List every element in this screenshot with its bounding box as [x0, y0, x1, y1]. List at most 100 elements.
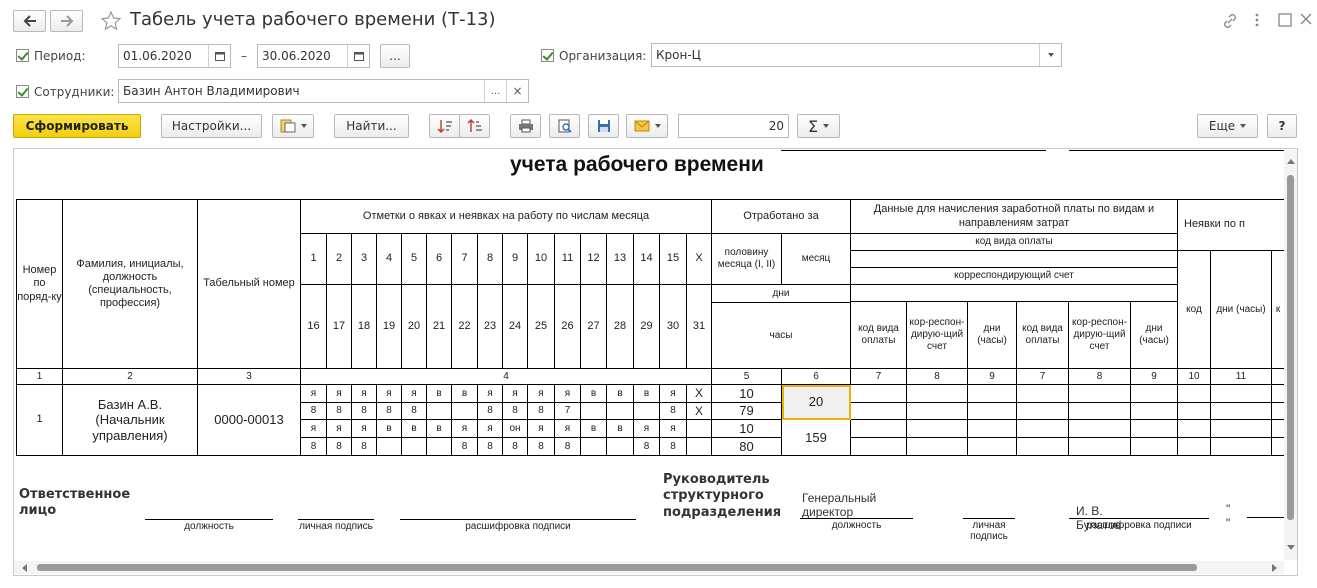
scroll-left-icon[interactable]: [22, 564, 27, 572]
chevron-down-icon: [823, 124, 830, 128]
header-empty: [851, 285, 1178, 302]
kebab-menu-icon[interactable]: [1254, 12, 1260, 28]
day-header: 11: [555, 234, 581, 285]
employees-select-button[interactable]: ...: [484, 80, 506, 102]
day-header: 14: [634, 234, 660, 285]
day-mark: 8: [478, 403, 503, 420]
day-mark: я: [634, 420, 660, 438]
organization-field[interactable]: Крон-Ц: [651, 43, 1062, 67]
sum-function-button[interactable]: Σ: [797, 114, 840, 138]
day-mark: 8: [660, 403, 687, 420]
data-cell: [1131, 438, 1178, 456]
day-mark: 8: [478, 438, 503, 456]
sort-desc-button[interactable]: [429, 114, 460, 138]
scroll-right-icon[interactable]: [1272, 564, 1277, 572]
employees-clear-button[interactable]: ×: [506, 80, 528, 102]
column-header-code: код: [1178, 251, 1211, 369]
day-mark: 8: [660, 438, 687, 456]
sort-asc-button[interactable]: [459, 114, 490, 138]
calendar-button[interactable]: [347, 45, 369, 67]
forward-button[interactable]: [50, 10, 83, 32]
employees-checkbox[interactable]: [16, 85, 29, 98]
back-button[interactable]: [13, 10, 46, 32]
day-mark: в: [607, 420, 634, 438]
sum-value-field[interactable]: 20: [678, 114, 789, 138]
employees-field[interactable]: Базин Антон Владимирович ... ×: [118, 79, 529, 103]
vertical-scroll-thumb[interactable]: [1287, 175, 1294, 520]
settings-button[interactable]: Настройки...: [161, 114, 262, 138]
maximize-icon[interactable]: [1278, 13, 1292, 27]
day-header: 18: [352, 285, 377, 369]
head-decode-caption: расшифровка подписи: [1086, 520, 1192, 531]
date-from-field[interactable]: 01.06.2020: [118, 44, 231, 68]
link-icon[interactable]: [1222, 13, 1238, 29]
horizontal-scrollbar[interactable]: [14, 561, 1284, 574]
column-header-sub: коp-респон-дирую-щий счет: [1069, 302, 1131, 369]
employees-label: Сотрудники:: [34, 85, 115, 99]
day-header: 21: [427, 285, 452, 369]
horizontal-scroll-thumb[interactable]: [37, 564, 1197, 571]
date-from-value: 01.06.2020: [123, 49, 192, 63]
day-mark: [452, 403, 478, 420]
day-mark: 8: [301, 403, 327, 420]
star-icon[interactable]: [101, 11, 121, 31]
print-preview-icon: [558, 119, 572, 133]
preview-button[interactable]: [549, 114, 580, 138]
day-mark: X: [687, 385, 712, 403]
responsible-person-label: Ответственное лицо: [19, 487, 131, 519]
variant-button[interactable]: [272, 114, 314, 138]
column-number: [1272, 369, 1284, 385]
day-mark: 8: [634, 438, 660, 456]
date-to-field[interactable]: 30.06.2020: [257, 44, 370, 68]
help-button[interactable]: ?: [1267, 114, 1297, 138]
vertical-scrollbar[interactable]: [1284, 150, 1297, 560]
find-button[interactable]: Найти...: [334, 114, 409, 138]
month-hours: 159: [782, 420, 851, 456]
data-cell: [1131, 385, 1178, 403]
day-header: 16: [301, 285, 327, 369]
period-select-button[interactable]: ...: [380, 44, 410, 68]
data-cell: [1211, 438, 1272, 456]
day-mark: 8: [327, 403, 352, 420]
column-header-absence: Неявки по п: [1178, 200, 1284, 251]
calendar-button[interactable]: [208, 45, 230, 67]
day-header: 22: [452, 285, 478, 369]
day-mark: [687, 438, 712, 456]
generate-button[interactable]: Сформировать: [13, 114, 141, 138]
scroll-up-icon[interactable]: [1287, 159, 1295, 164]
day-mark: я: [452, 420, 478, 438]
day-mark: в: [607, 385, 634, 403]
employees-value: Базин Антон Владимирович: [123, 84, 300, 98]
column-number: 11: [1211, 369, 1272, 385]
day-mark: я: [301, 420, 327, 438]
data-cell: [1178, 403, 1211, 420]
day-mark: в: [427, 385, 452, 403]
print-button[interactable]: [510, 114, 541, 138]
data-cell: [1069, 420, 1131, 438]
column-header-name: Фамилия, инициалы, должность (специально…: [63, 200, 198, 369]
column-header-pay-data: Данные для начисления заработной платы п…: [851, 200, 1178, 234]
data-cell: [1017, 385, 1069, 403]
organization-checkbox[interactable]: [541, 49, 554, 62]
day-mark: в: [377, 420, 402, 438]
day-header: 4: [377, 234, 402, 285]
close-icon[interactable]: [1300, 13, 1312, 25]
save-button[interactable]: [588, 114, 619, 138]
column-number: 7: [1017, 369, 1069, 385]
signature-line: [400, 519, 636, 520]
column-header-marks: Отметки о явках и неявках на работу по ч…: [301, 200, 712, 234]
organization-dropdown-button[interactable]: [1039, 44, 1061, 66]
data-cell: [1017, 420, 1069, 438]
more-button[interactable]: Еще: [1197, 114, 1258, 138]
day-mark: [634, 403, 660, 420]
scroll-down-icon[interactable]: [1287, 545, 1295, 550]
printer-icon: [518, 119, 533, 133]
period-checkbox[interactable]: [16, 49, 29, 62]
send-email-button[interactable]: [626, 114, 668, 138]
arrow-left-icon: [23, 15, 36, 27]
day-mark: я: [352, 420, 377, 438]
column-header-hours: часы: [712, 303, 851, 369]
day-mark: в: [581, 385, 607, 403]
data-cell: [851, 438, 907, 456]
day-mark: я: [301, 385, 327, 403]
